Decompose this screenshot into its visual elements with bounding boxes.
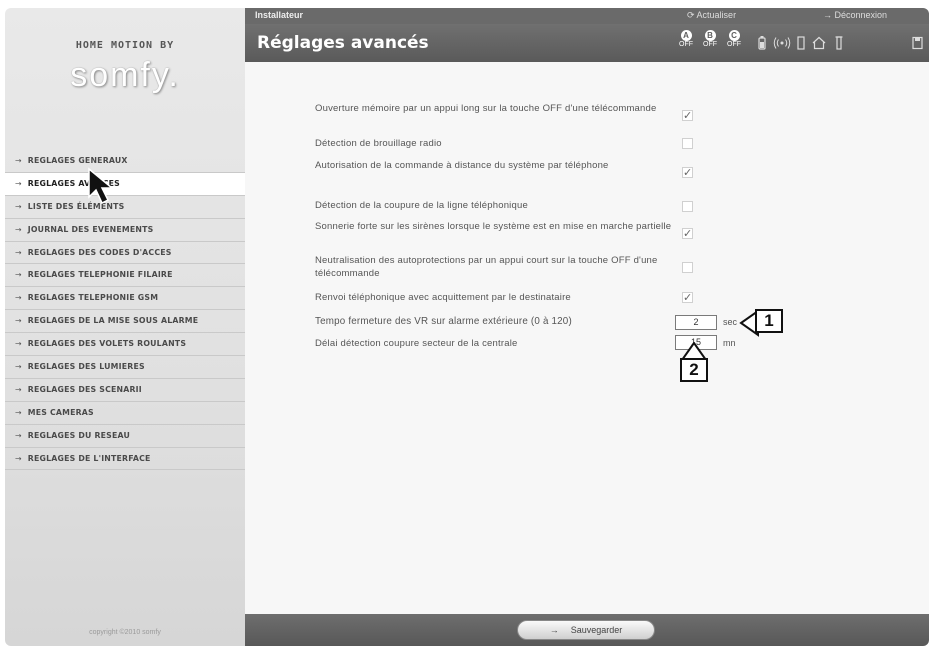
zone-b-icon: B (704, 30, 716, 41)
arrow-right-icon: → (15, 224, 22, 234)
setting-checkbox[interactable]: ✓ (682, 167, 693, 178)
secteur-label: Délai détection coupure secteur de la ce… (315, 338, 518, 349)
setting-label: Renvoi téléphonique avec acquittement pa… (315, 292, 571, 303)
refresh-link[interactable]: ⟳ Actualiser (687, 10, 736, 21)
sidebar-item-cameras[interactable]: → MES CAMERAS (5, 402, 245, 425)
arrow-right-icon: → (15, 270, 22, 280)
sidebar-item-volets-roulants[interactable]: → REGLAGES DES VOLETS ROULANTS (5, 333, 245, 357)
sidebar: HOME MOTION BY somfy. → REGLAGES GENERAUX… (5, 8, 245, 646)
door-icon (797, 36, 805, 50)
zone-a-status[interactable]: A OFF (676, 30, 696, 49)
sidebar-item-reglages-generaux[interactable]: → REGLAGES GENERAUX (5, 150, 245, 173)
setting-label: Sonnerie forte sur les sirènes lorsque l… (315, 221, 672, 232)
zone-c-icon: C (728, 30, 740, 41)
mouse-cursor-icon (88, 167, 115, 205)
save-disk-icon[interactable] (912, 36, 923, 50)
sidebar-item-label: REGLAGES DU RESEAU (27, 430, 131, 440)
zone-a-icon: A (680, 30, 692, 41)
setting-checkbox[interactable] (682, 201, 693, 212)
sidebar-item-liste-des-elements[interactable]: → LISTE DES ÉLÉMENTS (5, 196, 245, 219)
sidebar-item-label: REGLAGES TELEPHONIE FILAIRE (27, 270, 173, 280)
sidebar-item-label: REGLAGES DES VOLETS ROULANTS (27, 339, 187, 349)
tempo-input[interactable]: 2 (675, 315, 717, 330)
logout-link[interactable]: → Déconnexion (823, 10, 887, 20)
setting-checkbox[interactable]: ✓ (682, 110, 693, 121)
zone-c-status[interactable]: C OFF (724, 30, 744, 49)
zone-c-state: OFF (727, 41, 741, 48)
arrow-right-icon: → (15, 407, 22, 417)
tempo-unit: sec (723, 317, 738, 327)
sidebar-item-label: REGLAGES DES LUMIERES (27, 362, 145, 372)
sidebar-item-journal[interactable]: → JOURNAL DES EVENEMENTS (5, 219, 245, 242)
arrow-right-icon: → (15, 293, 22, 303)
setting-checkbox[interactable] (682, 138, 693, 149)
battery-icon (758, 36, 766, 50)
sidebar-item-telephonie-gsm[interactable]: → REGLAGES TELEPHONIE GSM (5, 287, 245, 311)
sidebar-item-lumieres[interactable]: → REGLAGES DES LUMIERES (5, 356, 245, 379)
sidebar-item-label: JOURNAL DES EVENEMENTS (27, 224, 154, 234)
arrow-right-icon: → (15, 156, 22, 165)
zone-b-status[interactable]: B OFF (700, 30, 720, 49)
arrow-right-icon: → (15, 453, 22, 463)
sidebar-item-label: REGLAGES DE LA MISE SOUS ALARME (27, 316, 199, 326)
sidebar-item-label: REGLAGES DES CODES D'ACCES (27, 247, 172, 257)
arrow-right-icon: → (15, 384, 22, 394)
checkmark-icon: ✓ (683, 166, 693, 179)
sidebar-item-label: REGLAGES DE L'INTERFACE (27, 453, 151, 463)
sidebar-item-reseau[interactable]: → REGLAGES DU RESEAU (5, 425, 245, 448)
sidebar-item-label: MES CAMERAS (27, 407, 94, 417)
sidebar-item-scenarii[interactable]: → REGLAGES DES SCENARII (5, 379, 245, 402)
save-label: Sauvegarder (570, 625, 623, 635)
copyright: copyright ©2010 somfy (89, 629, 161, 636)
tempo-label: Tempo fermeture des VR sur alarme extéri… (315, 316, 572, 327)
setting-checkbox[interactable]: ✓ (682, 228, 693, 239)
callout-2: 2 (680, 358, 708, 382)
sidebar-item-reglages-avances[interactable]: → REGLAGES AVANCES (5, 172, 245, 196)
sidebar-nav: → REGLAGES GENERAUX → REGLAGES AVANCES → LI… (5, 150, 245, 471)
sidebar-item-mise-sous-alarme[interactable]: → REGLAGES DE LA MISE SOUS ALARME (5, 310, 245, 334)
setting-label: Ouverture mémoire par un appui long sur … (315, 103, 657, 114)
setting-label: Détection de brouillage radio (315, 138, 442, 149)
arrow-right-icon: → (15, 247, 22, 257)
sidebar-item-label: REGLAGES GENERAUX (27, 156, 128, 165)
sidebar-item-label: REGLAGES TELEPHONIE GSM (27, 293, 159, 303)
checkmark-icon: ✓ (683, 227, 693, 240)
sidebar-item-interface[interactable]: → REGLAGES DE L'INTERFACE (5, 448, 245, 471)
user-role: Installateur (255, 10, 304, 20)
sidebar-item-telephonie-filaire[interactable]: → REGLAGES TELEPHONIE FILAIRE (5, 264, 245, 288)
checkmark-icon: ✓ (683, 109, 693, 122)
callout-1: 1 (755, 309, 783, 333)
title-bar: Réglages avancés A OFF B OFF C OFF (245, 24, 929, 62)
sidebar-item-codes-acces[interactable]: → REGLAGES DES CODES D'ACCES (5, 242, 245, 265)
sidebar-item-label: REGLAGES DES SCENARII (27, 384, 142, 394)
arrow-right-icon: → (549, 625, 559, 635)
setting-label: Autorisation de la commande à distance d… (315, 160, 609, 171)
zone-b-state: OFF (703, 41, 717, 48)
zone-a-state: OFF (679, 41, 693, 48)
arrow-right-icon: → (15, 430, 22, 440)
column-icon (835, 36, 843, 50)
setting-checkbox[interactable] (682, 262, 693, 273)
secteur-unit: mn (723, 338, 736, 348)
arrow-right-icon: → (15, 316, 22, 326)
arrow-right-icon: → (15, 339, 22, 349)
setting-checkbox[interactable]: ✓ (682, 292, 693, 303)
arrow-right-icon: → (15, 178, 22, 188)
bottom-bar: → Sauvegarder (245, 614, 929, 646)
setting-label: Détection de la coupure de la ligne télé… (315, 200, 528, 211)
page-title: Réglages avancés (257, 33, 429, 53)
somfy-logo: somfy. (70, 56, 180, 94)
house-icon (812, 36, 826, 50)
save-button[interactable]: → Sauvegarder (517, 620, 655, 640)
arrow-right-icon: → (15, 362, 22, 372)
setting-label: Neutralisation des autoprotections par u… (315, 255, 658, 279)
checkmark-icon: ✓ (683, 291, 693, 304)
brand-tagline: HOME MOTION BY (75, 40, 175, 51)
top-bar: Installateur ⟳ Actualiser → Déconnexion (245, 8, 929, 24)
radio-signal-icon (773, 37, 791, 49)
arrow-right-icon: → (15, 201, 22, 211)
settings-panel: Ouverture mémoire par un appui long sur … (245, 62, 929, 614)
